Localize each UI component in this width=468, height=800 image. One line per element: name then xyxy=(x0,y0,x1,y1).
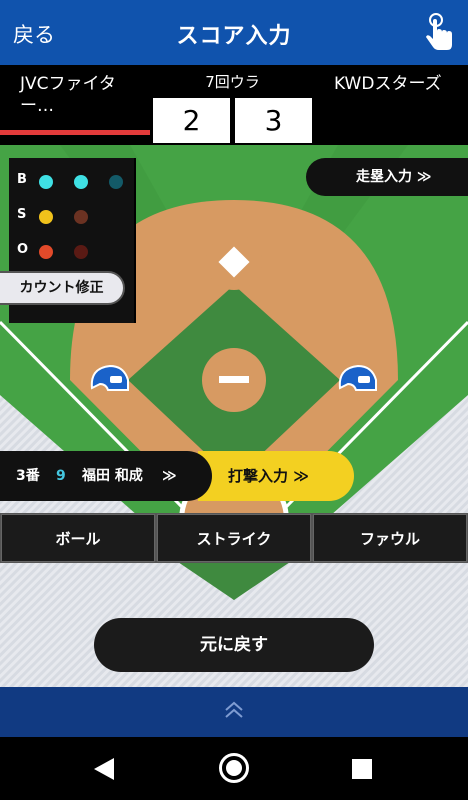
nav-recent-apps-icon[interactable] xyxy=(352,759,372,779)
out-dot-1 xyxy=(39,245,53,259)
ball-dot-2 xyxy=(74,175,88,189)
home-team-name: JVCファイター… xyxy=(20,74,116,116)
away-score: 3 xyxy=(235,98,312,143)
runner-helmet-icon[interactable] xyxy=(336,362,380,398)
count-correct-button[interactable]: カウント修正 xyxy=(0,271,125,305)
runner-input-button[interactable]: 走塁入力 ≫ xyxy=(306,158,468,196)
page-title: スコア入力 xyxy=(176,24,292,49)
strike-dot-2 xyxy=(74,210,88,224)
undo-button[interactable]: 元に戻す xyxy=(94,618,374,672)
home-score: 2 xyxy=(153,98,230,143)
batter-number: 9 xyxy=(56,468,66,484)
ball-button[interactable]: ボール xyxy=(1,514,155,562)
out-label: O xyxy=(17,242,29,257)
ball-count-row: B xyxy=(9,166,136,196)
batter-info-bar[interactable]: 3番 9 福田 和成 ≫ xyxy=(0,451,212,501)
ball-label: B xyxy=(17,172,27,187)
tap-hand-icon[interactable] xyxy=(422,12,456,52)
batter-name: 福田 和成 xyxy=(82,468,143,484)
ball-dot-1 xyxy=(39,175,53,189)
pitch-result-row: ボール ストライク ファウル xyxy=(0,513,468,563)
system-nav-bar xyxy=(0,737,468,800)
strike-button[interactable]: ストライク xyxy=(157,514,311,562)
out-count-row: O xyxy=(9,236,136,266)
scoreboard: JVCファイター… 7回ウラ 2 3 KWDスターズ xyxy=(0,65,468,145)
batting-order: 3番 xyxy=(16,468,40,484)
inning-label: 7回ウラ xyxy=(205,73,260,91)
runner-helmet-icon[interactable] xyxy=(88,362,132,398)
out-dot-2 xyxy=(74,245,88,259)
home-team-indicator xyxy=(0,130,150,135)
strike-dot-1 xyxy=(39,210,53,224)
foul-button[interactable]: ファウル xyxy=(313,514,467,562)
bottom-drawer-handle[interactable] xyxy=(0,687,468,737)
app-header: 戻る スコア入力 xyxy=(0,0,468,65)
nav-back-icon[interactable] xyxy=(92,756,116,782)
away-team-name: KWDスターズ xyxy=(334,74,442,94)
strike-label: S xyxy=(17,207,27,222)
strike-count-row: S xyxy=(9,201,136,231)
ball-dot-3 xyxy=(109,175,123,189)
double-chevron-up-icon[interactable] xyxy=(221,697,247,723)
nav-home-icon[interactable] xyxy=(219,753,249,783)
hit-input-button[interactable]: 打撃入力 ≫ xyxy=(198,451,354,501)
batter-arrow-icon: ≫ xyxy=(162,468,177,484)
